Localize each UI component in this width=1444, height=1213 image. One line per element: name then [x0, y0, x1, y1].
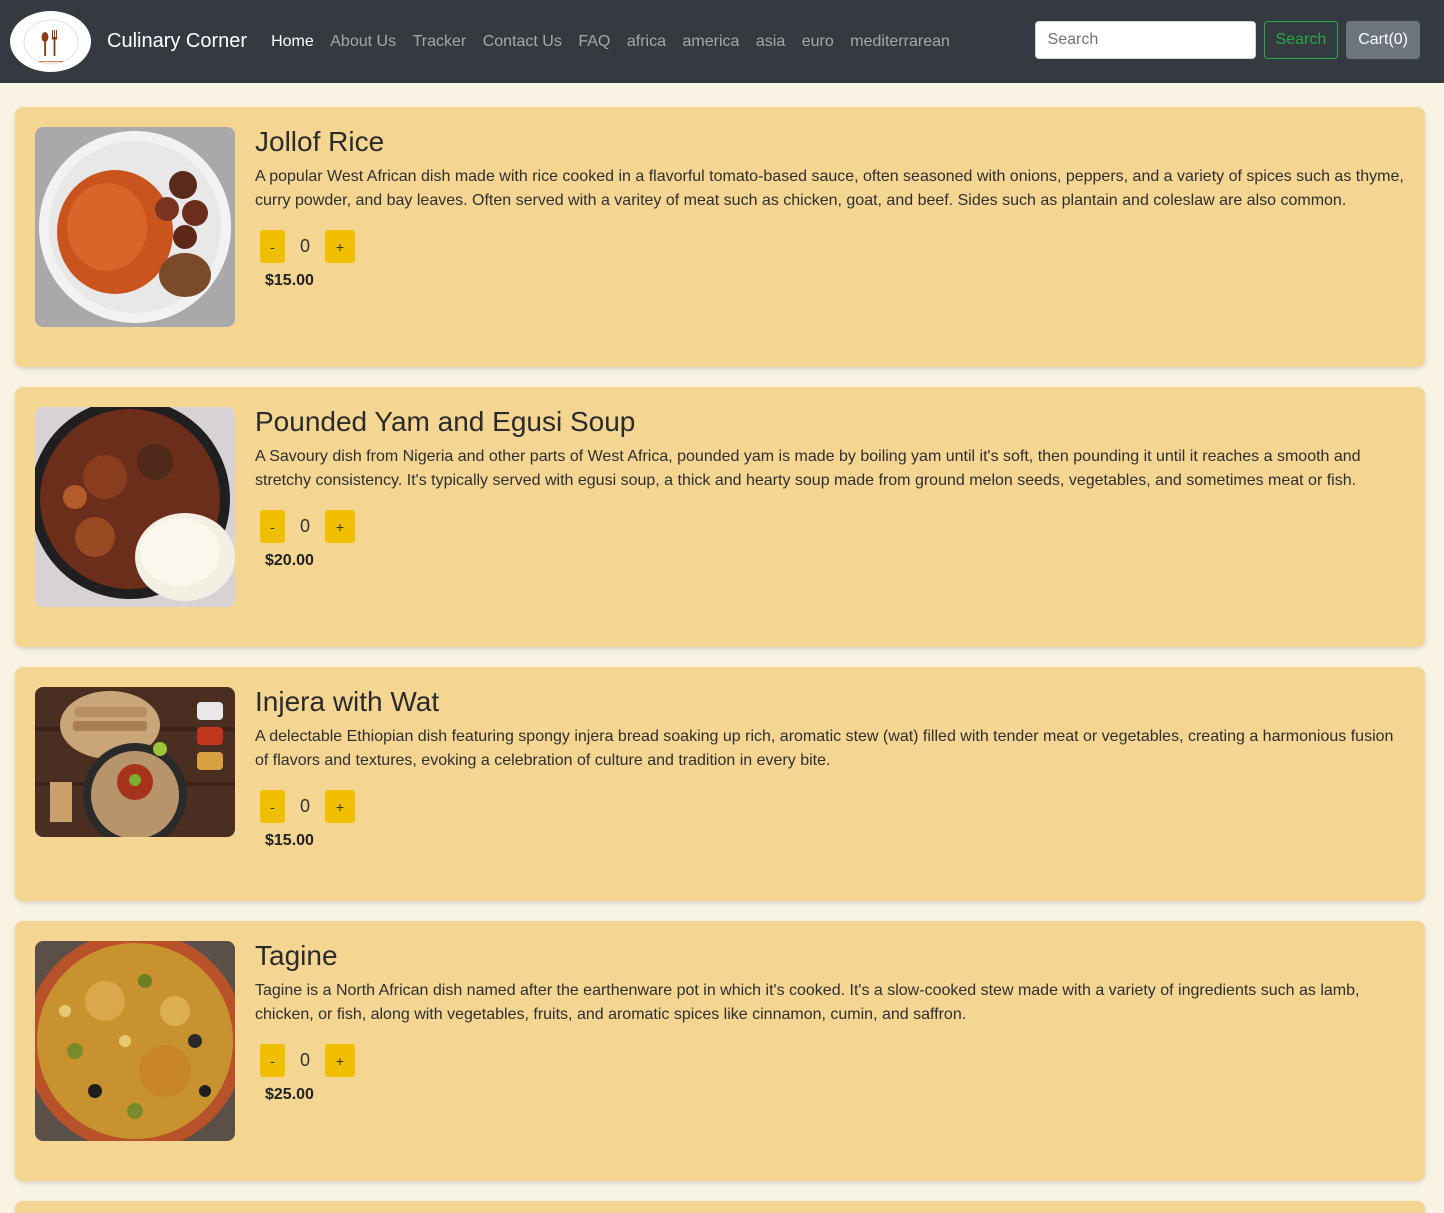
- dish-image: [35, 941, 235, 1141]
- dish-image: [35, 127, 235, 327]
- nav-actions: Search Cart(0): [1034, 21, 1420, 59]
- nav-link-asia[interactable]: asia: [756, 33, 785, 51]
- decrease-button[interactable]: -: [260, 230, 285, 263]
- decrease-button[interactable]: -: [260, 510, 285, 543]
- decrease-button[interactable]: -: [260, 790, 285, 823]
- navbar: Culinary Corner Home About Us Tracker Co…: [0, 0, 1444, 83]
- quantity-value: 0: [299, 516, 310, 536]
- dish-info: Pounded Yam and Egusi Soup A Savoury dis…: [255, 406, 1405, 647]
- dish-title: Jollof Rice: [255, 126, 385, 157]
- dish-title: Tagine: [255, 940, 338, 971]
- dish-description: A popular West African dish made with ri…: [255, 168, 1404, 209]
- nav-link-mediterranean[interactable]: mediterrarean: [850, 33, 950, 51]
- nav-link-africa[interactable]: africa: [627, 33, 666, 51]
- dish-info: Tagine Tagine is a North African dish na…: [255, 940, 1405, 1181]
- dish-info: Jollof Rice A popular West African dish …: [255, 126, 1405, 367]
- search-input[interactable]: [1034, 21, 1256, 59]
- nav-link-tracker[interactable]: Tracker: [413, 33, 467, 51]
- decrease-button[interactable]: -: [260, 1044, 285, 1077]
- nav-link-contact[interactable]: Contact Us: [483, 33, 562, 51]
- increase-button[interactable]: +: [325, 230, 355, 263]
- nav-link-about[interactable]: About Us: [330, 33, 396, 51]
- quantity-value: 0: [299, 1050, 310, 1070]
- dish-price: $15.00: [265, 272, 314, 289]
- quantity-stepper: - 0 +: [260, 510, 1405, 543]
- nav-link-faq[interactable]: FAQ: [578, 33, 610, 51]
- quantity-stepper: - 0 +: [260, 790, 1405, 823]
- dish-card: Injera with Wat A delectable Ethiopian d…: [15, 667, 1425, 901]
- dish-card: Tagine Tagine is a North African dish na…: [15, 921, 1425, 1181]
- dish-title: Injera with Wat: [255, 686, 440, 717]
- nav-links: Home About Us Tracker Contact Us FAQ afr…: [271, 33, 950, 51]
- increase-button[interactable]: +: [325, 790, 355, 823]
- dish-title: Pounded Yam and Egusi Soup: [255, 406, 636, 437]
- quantity-value: 0: [299, 796, 310, 816]
- cart-button[interactable]: Cart(0): [1346, 21, 1420, 59]
- quantity-value: 0: [299, 236, 310, 256]
- dish-list: Jollof Rice A popular West African dish …: [0, 83, 1444, 1213]
- brand-name[interactable]: Culinary Corner: [107, 30, 247, 53]
- nav-link-america[interactable]: america: [682, 33, 739, 51]
- dish-image: [35, 407, 235, 607]
- search-button[interactable]: Search: [1263, 21, 1339, 59]
- dish-description: A Savoury dish from Nigeria and other pa…: [255, 448, 1361, 489]
- nav-link-euro[interactable]: euro: [802, 33, 834, 51]
- quantity-stepper: - 0 +: [260, 230, 1405, 263]
- dish-card: Jollof Rice A popular West African dish …: [15, 107, 1425, 367]
- dish-description: A delectable Ethiopian dish featuring sp…: [255, 728, 1394, 769]
- dish-price: $25.00: [265, 1086, 314, 1103]
- increase-button[interactable]: +: [325, 510, 355, 543]
- nav-link-home[interactable]: Home: [271, 33, 314, 51]
- dish-card: Pounded Yam and Egusi Soup A Savoury dis…: [15, 387, 1425, 647]
- logo[interactable]: [10, 11, 91, 72]
- dish-card: [15, 1201, 1425, 1213]
- increase-button[interactable]: +: [325, 1044, 355, 1077]
- dish-description: Tagine is a North African dish named aft…: [255, 982, 1360, 1023]
- quantity-stepper: - 0 +: [260, 1044, 1405, 1077]
- dish-info: Injera with Wat A delectable Ethiopian d…: [255, 686, 1405, 901]
- dish-price: $15.00: [265, 832, 314, 849]
- dish-image: [35, 687, 235, 837]
- dish-price: $20.00: [265, 552, 314, 569]
